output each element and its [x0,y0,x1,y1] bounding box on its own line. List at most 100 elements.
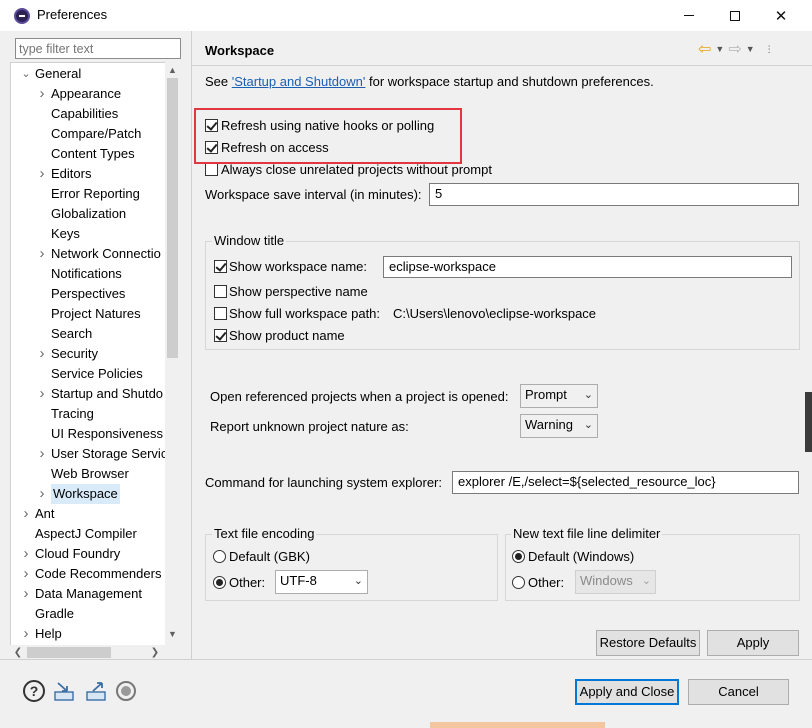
tree-item[interactable]: Project Natures [51,304,141,324]
chevron-right-icon[interactable]: › [37,164,47,184]
highlight-box [194,108,462,164]
open-referenced-select[interactable]: Prompt ⌄ [520,384,598,408]
apply-button[interactable]: Apply [707,630,799,656]
chevron-right-icon[interactable]: › [37,484,47,504]
tree-item[interactable]: Appearance [51,84,121,104]
chevron-down-icon: ⌄ [583,419,593,431]
tree-vertical-scroll-thumb[interactable] [167,78,178,358]
delimiter-other-radio[interactable] [512,576,525,589]
tree-item[interactable]: Tracing [51,404,94,424]
tree-item[interactable]: User Storage Servic [51,444,167,464]
open-referenced-label: Open referenced projects when a project … [210,389,509,404]
tree-item[interactable]: Service Policies [51,364,143,384]
tree-item[interactable]: UI Responsiveness [51,424,163,444]
chevron-down-icon[interactable]: ⌄ [21,64,31,84]
chevron-right-icon[interactable]: › [21,504,31,524]
save-interval-input[interactable]: 5 [429,183,799,206]
always-close-checkbox[interactable] [205,163,218,176]
filter-input[interactable] [15,38,181,59]
encoding-select[interactable]: UTF-8 ⌄ [275,570,368,594]
tree-item[interactable]: Editors [51,164,91,184]
tree-item[interactable]: Cloud Foundry [35,544,120,564]
minimize-button[interactable] [666,0,712,31]
show-full-path-checkbox[interactable] [214,307,227,320]
export-icon[interactable] [85,680,107,702]
forward-dropdown-icon[interactable]: ▼ [746,44,755,54]
show-perspective-checkbox[interactable] [214,285,227,298]
tree-item[interactable]: Help [35,624,62,644]
tree-item[interactable]: Web Browser [51,464,129,484]
tree-item[interactable]: Content Types [51,144,135,164]
chevron-right-icon[interactable]: › [37,384,47,404]
unknown-nature-value: Warning [525,417,573,432]
tree-item[interactable]: Globalization [51,204,126,224]
delimiter-value: Windows [580,573,633,588]
scroll-right-icon[interactable]: ❯ [148,645,162,660]
chevron-right-icon[interactable]: › [21,544,31,564]
cancel-button[interactable]: Cancel [688,679,789,705]
encoding-other-radio[interactable] [213,576,226,589]
tree-horizontal-scroll-thumb[interactable] [27,647,111,658]
page-title: Workspace [205,43,275,58]
view-menu-icon[interactable]: ⋮ [765,44,774,55]
footer-separator [0,659,812,660]
scroll-down-icon[interactable]: ▼ [165,627,180,641]
tree-item[interactable]: Startup and Shutdo [51,384,163,404]
tree-item[interactable]: Keys [51,224,80,244]
tree-item[interactable]: Search [51,324,92,344]
forward-arrow-icon[interactable]: ⇨ [728,39,741,59]
tree-item[interactable]: Notifications [51,264,122,284]
tree-item[interactable]: AspectJ Compiler [35,524,137,544]
delimiter-default-radio[interactable] [512,550,525,563]
maximize-button[interactable] [712,0,758,31]
minimize-icon [684,15,694,16]
record-icon[interactable] [116,681,136,701]
startup-shutdown-note: See 'Startup and Shutdown' for workspace… [205,74,654,89]
explorer-command-input[interactable]: explorer /E,/select=${selected_resource_… [452,471,799,494]
show-product-checkbox[interactable] [214,329,227,342]
background-window-edge [805,392,812,452]
scroll-left-icon[interactable]: ❮ [11,645,25,660]
tree-item[interactable]: General [35,64,81,84]
chevron-right-icon[interactable]: › [21,584,31,604]
help-icon[interactable]: ? [23,680,45,702]
tree-item[interactable]: Code Recommenders [35,564,161,584]
tree-item[interactable]: Workspace [51,484,120,504]
tree-item[interactable]: Ant [35,504,55,524]
preferences-tree[interactable]: ⌄ General › Appearance Capabilities Compare/P… [10,62,180,646]
apply-and-close-button[interactable]: Apply and Close [575,679,679,705]
scroll-up-icon[interactable]: ▲ [165,63,180,77]
back-dropdown-icon[interactable]: ▼ [715,44,724,54]
tree-item[interactable]: Perspectives [51,284,125,304]
tree-item[interactable]: Network Connectio [51,244,161,264]
tree-item[interactable]: Gradle [35,604,74,624]
delimiter-select: Windows ⌄ [575,570,656,594]
show-workspace-name-label: Show workspace name: [229,259,368,274]
show-full-path-label: Show full workspace path: [229,306,381,321]
chevron-right-icon[interactable]: › [37,344,47,364]
unknown-nature-select[interactable]: Warning ⌄ [520,414,598,438]
tree-item[interactable]: Compare/Patch [51,124,141,144]
delimiter-other-label: Other: [528,575,565,590]
tree-item[interactable]: Error Reporting [51,184,140,204]
tree-item[interactable]: Security [51,344,98,364]
chevron-right-icon[interactable]: › [21,624,31,644]
chevron-right-icon[interactable]: › [37,444,47,464]
window-title: Preferences [37,7,108,22]
show-workspace-name-checkbox[interactable] [214,260,227,273]
chevron-right-icon[interactable]: › [21,564,31,584]
startup-shutdown-link[interactable]: 'Startup and Shutdown' [232,74,366,89]
encoding-default-radio[interactable] [213,550,226,563]
encoding-value: UTF-8 [280,573,317,588]
background-taskbar-strip [430,722,605,728]
tree-item[interactable]: Data Management [35,584,142,604]
chevron-right-icon[interactable]: › [37,244,47,264]
restore-defaults-button[interactable]: Restore Defaults [596,630,700,656]
workspace-name-input[interactable]: eclipse-workspace [383,256,792,278]
import-icon[interactable] [53,680,75,702]
close-button[interactable]: ✕ [758,0,804,31]
chevron-right-icon[interactable]: › [37,84,47,104]
back-arrow-icon[interactable]: ⇦ [698,39,711,59]
note-suffix: for workspace startup and shutdown prefe… [365,74,654,89]
tree-item[interactable]: Capabilities [51,104,118,124]
